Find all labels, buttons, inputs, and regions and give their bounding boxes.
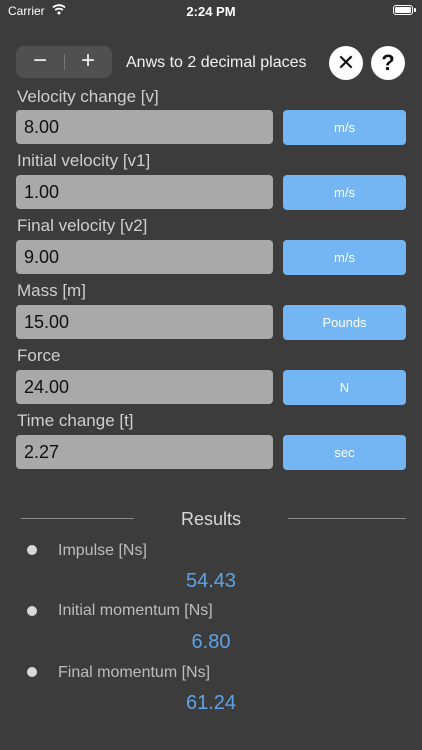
initial-velocity-label: Initial velocity [v1] [17, 151, 151, 170]
decimal-stepper: − + [16, 46, 112, 78]
mass-label: Mass [m] [17, 281, 86, 300]
final-momentum-label: Final momentum [Ns] [58, 664, 211, 681]
initial-velocity-input[interactable] [16, 175, 273, 209]
help-button[interactable]: ? [371, 46, 405, 80]
force-unit-button[interactable]: N [283, 370, 406, 405]
velocity-change-input[interactable] [16, 110, 273, 144]
decrement-decimals-button[interactable]: − [16, 46, 64, 78]
precision-label: Anws to 2 decimal places [126, 54, 307, 71]
results-title: Results [180, 509, 242, 529]
time-change-input[interactable] [16, 435, 273, 469]
close-icon: ✕ [336, 50, 356, 75]
final-velocity-input[interactable] [16, 240, 273, 274]
toolbar: − + Anws to 2 decimal places ✕ ? [16, 46, 406, 80]
increment-decimals-button[interactable]: + [64, 46, 112, 78]
time-change-unit-button[interactable]: sec [283, 435, 406, 470]
status-time: 2:24 PM [186, 4, 236, 19]
final-velocity-label: Final velocity [v2] [17, 216, 148, 235]
battery-icon [393, 5, 416, 15]
results-divider-right [288, 518, 406, 519]
bullet-icon [27, 545, 37, 555]
impulse-value: 54.43 [185, 570, 237, 592]
final-velocity-unit-button[interactable]: m/s [283, 240, 406, 275]
final-momentum-value: 61.24 [185, 692, 237, 714]
velocity-change-unit-button[interactable]: m/s [283, 110, 406, 145]
mass-unit-button[interactable]: Pounds [283, 305, 406, 340]
bullet-icon [27, 606, 37, 616]
force-input[interactable] [16, 370, 273, 404]
question-icon: ? [381, 50, 395, 75]
initial-velocity-unit-button[interactable]: m/s [283, 175, 406, 210]
clear-button[interactable]: ✕ [329, 46, 363, 80]
impulse-label: Impulse [Ns] [58, 542, 147, 559]
velocity-change-label: Velocity change [v] [17, 87, 159, 106]
status-bar: Carrier 2:24 PM [0, 0, 422, 22]
force-label: Force [17, 346, 61, 365]
initial-momentum-value: 6.80 [191, 631, 231, 653]
bullet-icon [27, 667, 37, 677]
time-change-label: Time change [t] [17, 411, 134, 430]
mass-input[interactable] [16, 305, 273, 339]
initial-momentum-label: Initial momentum [Ns] [58, 602, 213, 619]
